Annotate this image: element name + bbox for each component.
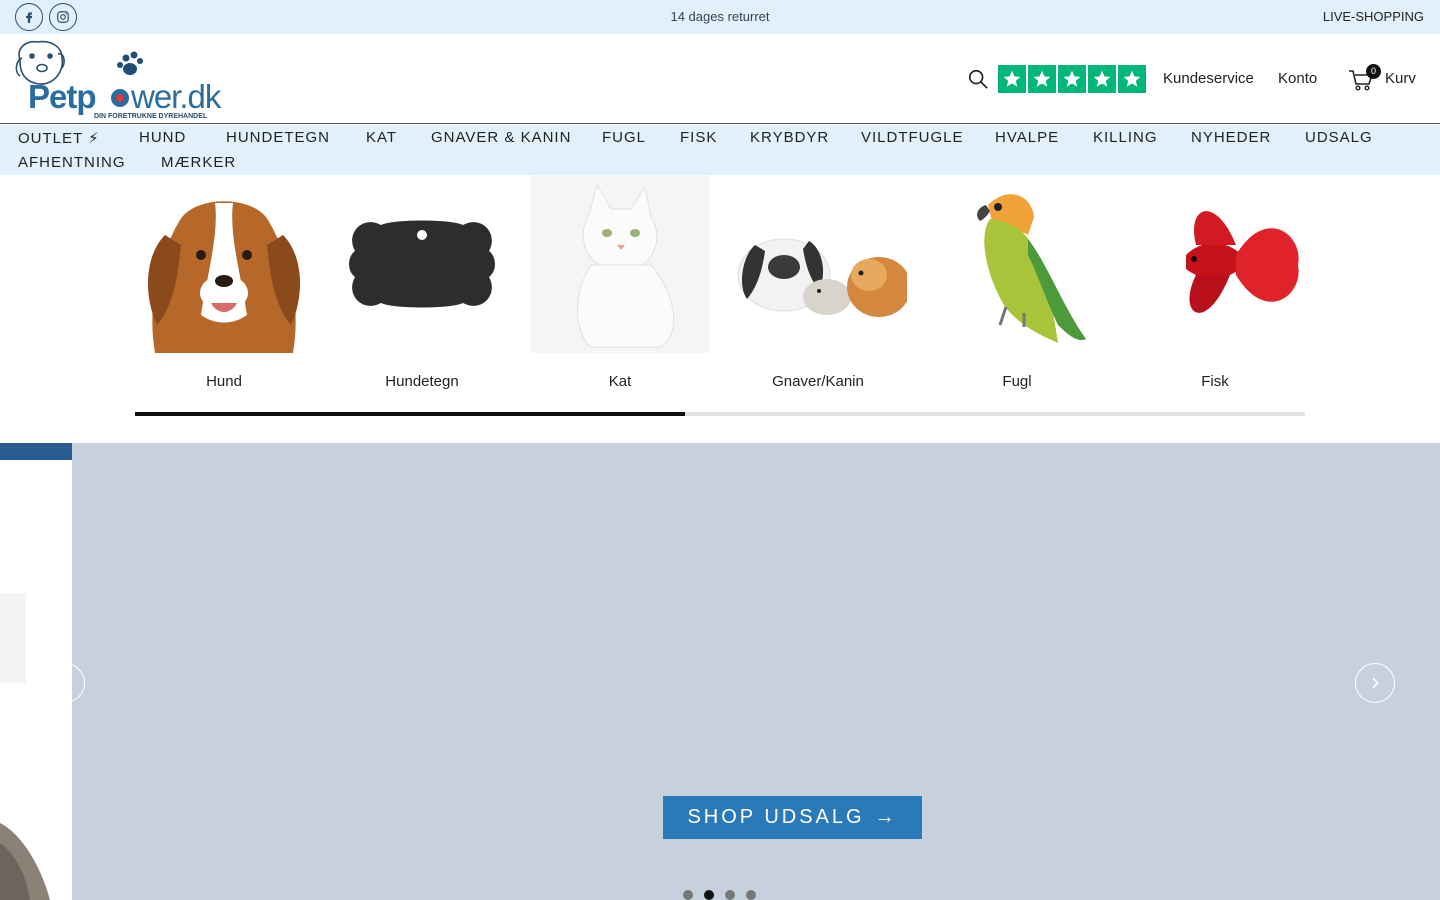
site-logo[interactable]: Petp wer.dk DIN FORETRUKNE DYREHANDEL <box>14 38 228 120</box>
nav-item-nyheder[interactable]: NYHEDER <box>1191 129 1271 146</box>
svg-text:DIN FORETRUKNE DYREHANDEL: DIN FORETRUKNE DYREHANDEL <box>94 113 208 120</box>
category-image-dog-tag <box>333 175 511 353</box>
star-icon <box>1028 65 1056 93</box>
nav-item-kat[interactable]: KAT <box>366 129 397 146</box>
category-card-gnaver-kanin[interactable]: Gnaver/Kanin <box>729 175 909 395</box>
search-icon[interactable] <box>967 68 989 90</box>
category-image-betta-fish <box>1126 175 1304 353</box>
nav-item-vildtfugle[interactable]: VILDTFUGLE <box>861 129 964 146</box>
star-icon <box>1088 65 1116 93</box>
live-shopping-link[interactable]: LIVE-SHOPPING <box>1323 9 1424 24</box>
category-label: Hundetegn <box>385 373 459 390</box>
site-header: Petp wer.dk DIN FORETRUKNE DYREHANDEL Ku… <box>0 34 1440 124</box>
nav-item-gnaver-kanin[interactable]: GNAVER & KANIN <box>431 129 571 146</box>
trustpilot-rating[interactable] <box>998 65 1146 93</box>
nav-item-fisk[interactable]: FISK <box>680 129 717 146</box>
account-link[interactable]: Konto <box>1278 70 1317 87</box>
nav-item-hvalpe[interactable]: HVALPE <box>995 129 1059 146</box>
star-icon <box>1118 65 1146 93</box>
category-card-hundetegn[interactable]: Hundetegn <box>333 175 513 395</box>
category-carousel: Hund Hundetegn Kat Gnaver/Kanin Fugl Fis… <box>0 175 1440 443</box>
customer-service-link[interactable]: Kundeservice <box>1163 70 1254 87</box>
slider-dot-1[interactable] <box>683 890 693 900</box>
carousel-scrollbar-thumb[interactable] <box>135 412 685 416</box>
shop-sale-button[interactable]: SHOP UDSALG → <box>663 796 922 839</box>
cart-count-badge: 0 <box>1366 64 1381 79</box>
nav-item-maerker[interactable]: MÆRKER <box>161 154 236 171</box>
nav-item-killing[interactable]: KILLING <box>1093 129 1158 146</box>
chevron-right-icon <box>1372 677 1379 689</box>
slider-dots <box>683 890 756 900</box>
slider-dot-2[interactable] <box>704 890 714 900</box>
star-icon <box>998 65 1026 93</box>
svg-text:wer.dk: wer.dk <box>130 78 222 115</box>
category-label: Kat <box>608 373 632 390</box>
category-image-parrot <box>928 175 1106 353</box>
slider-dot-4[interactable] <box>746 890 756 900</box>
nav-item-hund[interactable]: HUND <box>139 129 186 146</box>
slider-next-button[interactable] <box>1355 663 1395 703</box>
shop-sale-label: SHOP UDSALG <box>687 806 865 828</box>
category-label: Gnaver/Kanin <box>772 373 864 390</box>
cart-label: Kurv <box>1385 70 1416 87</box>
main-nav: OUTLET ⚡ HUND HUNDETEGN KAT GNAVER & KAN… <box>0 125 1440 175</box>
slider-dot-3[interactable] <box>725 890 735 900</box>
carousel-scrollbar[interactable] <box>135 412 1305 416</box>
category-card-hund[interactable]: Hund <box>135 175 315 395</box>
category-label: Fugl <box>1002 373 1032 390</box>
category-image-cat <box>531 175 709 353</box>
hero-slider: SHOP UDSALG → <box>0 443 1440 900</box>
category-card-fugl[interactable]: Fugl <box>928 175 1108 395</box>
category-card-kat[interactable]: Kat <box>531 175 711 395</box>
nav-item-hundetegn[interactable]: HUNDETEGN <box>226 129 330 146</box>
category-image-dog <box>135 175 313 353</box>
nav-item-udsalg[interactable]: UDSALG <box>1305 129 1373 146</box>
category-label: Hund <box>206 373 242 390</box>
nav-item-krybdyr[interactable]: KRYBDYR <box>750 129 829 146</box>
category-image-rodents <box>729 175 907 353</box>
announcement-bar: 14 dages returret LIVE-SHOPPING <box>0 0 1440 34</box>
arrow-right-icon: → <box>874 806 898 828</box>
slider-prev-button[interactable] <box>45 663 85 703</box>
star-icon <box>1058 65 1086 93</box>
cart-button[interactable]: 0 Kurv <box>1348 64 1424 94</box>
nav-item-outlet[interactable]: OUTLET ⚡ <box>18 129 100 147</box>
category-card-fisk[interactable]: Fisk <box>1126 175 1306 395</box>
nav-item-afhentning[interactable]: AFHENTNING <box>18 154 126 171</box>
svg-text:Petp: Petp <box>28 78 96 115</box>
nav-item-fugl[interactable]: FUGL <box>602 129 646 146</box>
announcement-text: 14 dages returret <box>670 9 770 24</box>
category-label: Fisk <box>1201 373 1229 390</box>
